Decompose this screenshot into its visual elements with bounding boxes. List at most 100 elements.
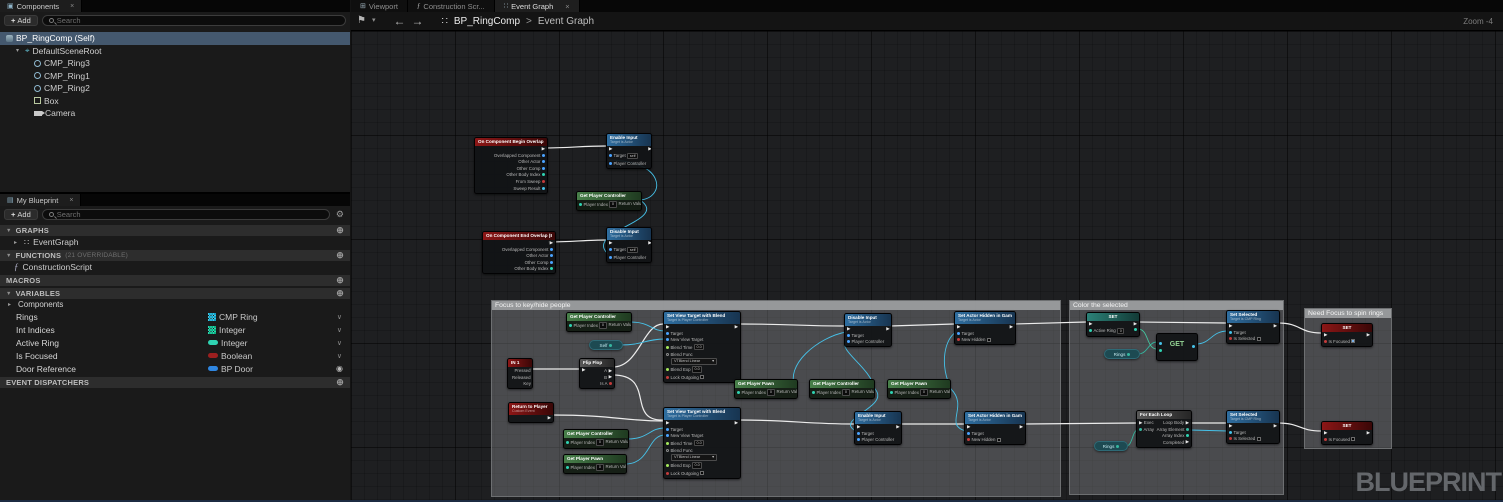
add-graph-icon[interactable]: ⊕: [336, 225, 344, 236]
data-pin[interactable]: [550, 267, 553, 271]
tree-item-cmp-ring3[interactable]: CMP_Ring3: [0, 57, 350, 70]
add-blueprint-item-button[interactable]: + Add: [4, 209, 38, 220]
pure-get-player-pawn-a[interactable]: Get Player PawnPlayer Index0Return Value: [734, 379, 798, 399]
exec-pin[interactable]: ▶: [735, 324, 738, 329]
data-pin[interactable]: [1127, 352, 1131, 356]
pin-value[interactable]: 0: [609, 201, 617, 208]
exec-pin[interactable]: ▶: [1274, 423, 1277, 428]
exec-pin[interactable]: ▶: [1010, 324, 1013, 329]
call-disable-input-2[interactable]: Disable Input Target is Actor ▶ Target Playe…: [844, 313, 892, 348]
data-pin[interactable]: [1186, 434, 1189, 438]
exec-pin[interactable]: ▶: [1139, 420, 1142, 425]
data-pin[interactable]: [666, 345, 669, 349]
checkbox[interactable]: [1256, 336, 1261, 341]
setter-is-focused-true[interactable]: SET ▶ Is Focused ▶: [1321, 323, 1373, 347]
data-pin[interactable]: [609, 382, 612, 386]
data-pin[interactable]: [609, 161, 612, 165]
data-pin[interactable]: [890, 390, 893, 394]
data-pin[interactable]: [532, 382, 533, 385]
blend-func-dropdown[interactable]: VTBlend Linear ▾: [671, 357, 717, 365]
data-pin[interactable]: [566, 465, 569, 469]
data-pin[interactable]: [857, 438, 860, 442]
data-pin[interactable]: [542, 186, 545, 190]
chevron-down-icon[interactable]: ∨: [337, 339, 342, 347]
exec-pin[interactable]: ▶: [735, 420, 738, 425]
data-pin[interactable]: [1229, 337, 1232, 341]
getter-rings-1[interactable]: Rings: [1104, 349, 1140, 359]
data-pin[interactable]: [550, 247, 553, 251]
variable-row-rings[interactable]: Rings CMP Ring ∨: [0, 310, 350, 323]
exec-pin[interactable]: ▶: [1324, 430, 1327, 435]
exec-pin[interactable]: ▶: [648, 240, 651, 245]
exec-pin[interactable]: ▶: [1274, 323, 1277, 328]
pin-value[interactable]: 0: [767, 389, 775, 396]
data-pin[interactable]: [1229, 330, 1232, 334]
pin-value[interactable]: 0: [842, 389, 850, 396]
event-on-component-begin-overlap[interactable]: On Component Begin Overlap (Box)▶Overlap…: [474, 137, 548, 194]
data-pin[interactable]: [666, 464, 669, 468]
data-pin[interactable]: [542, 173, 545, 177]
pure-get-player-controller-a[interactable]: Get Player Controller Player Index 0 Return…: [809, 379, 875, 399]
pure-get-player-controller-3[interactable]: Get Player Controller Player Index 0 Return…: [563, 429, 629, 449]
checkbox[interactable]: [1351, 437, 1356, 442]
data-pin[interactable]: [666, 375, 669, 379]
macro-for-each-loop[interactable]: For Each Loop ▶ Exec Array ▶ Loop Body Array E…: [1136, 410, 1192, 448]
data-pin[interactable]: [566, 440, 569, 444]
variable-row-door-reference[interactable]: Door Reference BP Door ◉: [0, 362, 350, 375]
data-pin[interactable]: [1159, 349, 1162, 352]
exec-pin[interactable]: ▶: [886, 326, 889, 331]
exec-pin[interactable]: ▶: [532, 369, 533, 373]
data-pin[interactable]: [1186, 427, 1189, 431]
checkbox[interactable]: [986, 337, 991, 342]
data-pin[interactable]: [550, 254, 553, 258]
data-pin[interactable]: [1159, 342, 1162, 345]
exec-pin[interactable]: ▶: [857, 424, 860, 429]
section-graphs[interactable]: ▼ GRAPHS ⊕: [0, 225, 350, 236]
section-variables[interactable]: ▼ VARIABLES ⊕: [0, 288, 350, 299]
data-pin[interactable]: [1324, 437, 1327, 441]
data-pin[interactable]: [957, 338, 960, 342]
checkbox[interactable]: [1256, 436, 1261, 441]
tab-my-blueprint[interactable]: ▤ My Blueprint ×: [0, 194, 82, 206]
call-set-actor-hidden-2[interactable]: Set Actor Hidden in Game Target is Actor ▶…: [964, 411, 1026, 446]
section-event-dispatchers[interactable]: EVENT DISPATCHERS ⊕: [0, 377, 350, 388]
variable-row-int-indices[interactable]: Int Indices Integer ∨: [0, 323, 350, 336]
data-pin[interactable]: [1229, 430, 1232, 434]
pure-get-player-controller-1[interactable]: Get Player Controller Player Index 0 Return…: [576, 191, 642, 211]
exec-pin[interactable]: ▶: [609, 240, 612, 245]
exec-pin[interactable]: ▶: [550, 240, 553, 245]
exec-pin[interactable]: ▶: [648, 146, 651, 151]
section-functions[interactable]: ▼ FUNCTIONS (21 OVERRIDABLE) ⊕: [0, 250, 350, 261]
pin-value[interactable]: 0: [596, 464, 604, 471]
event-input-key[interactable]: IN 1▶Pressed▶ReleasedKey: [507, 358, 533, 390]
call-enable-input-1[interactable]: Enable Input Target is Actor ▶ Target self Pl…: [606, 133, 652, 169]
call-set-view-target-with-blend-2[interactable]: Set View Target with Blend Target is Play…: [663, 407, 741, 479]
exec-pin[interactable]: ▶: [532, 375, 533, 379]
breadcrumb-current[interactable]: Event Graph: [538, 16, 594, 27]
event-return-to-player[interactable]: Return to Player Custom Event ▶: [508, 402, 554, 423]
expander-icon[interactable]: ▾: [16, 47, 22, 54]
getter-self[interactable]: Self: [589, 340, 623, 350]
add-variable-icon[interactable]: ⊕: [336, 288, 344, 299]
eye-icon[interactable]: ◉: [336, 364, 343, 373]
pin-dot[interactable]: [666, 448, 669, 452]
data-pin[interactable]: [579, 202, 582, 206]
expander-icon[interactable]: ▸: [8, 301, 14, 308]
components-search[interactable]: [41, 15, 346, 26]
exec-pin[interactable]: ▶: [1186, 420, 1189, 425]
variables-group-components[interactable]: ▸ Components: [0, 299, 350, 310]
tree-item-bp-ringcomp[interactable]: BP_RingComp (Self): [0, 32, 350, 45]
add-component-button[interactable]: + Add: [4, 15, 38, 26]
data-pin[interactable]: [1116, 444, 1120, 448]
data-pin[interactable]: [1089, 329, 1092, 333]
exec-pin[interactable]: ▶: [1229, 423, 1232, 428]
tab-components[interactable]: ▣ Components ×: [0, 0, 83, 12]
exec-pin[interactable]: ▶: [1367, 430, 1370, 435]
tree-item-camera[interactable]: Camera: [0, 107, 350, 120]
data-pin[interactable]: [609, 343, 613, 347]
exec-pin[interactable]: ▶: [1186, 440, 1189, 444]
data-pin[interactable]: [542, 166, 545, 170]
exec-pin[interactable]: ▶: [1229, 323, 1232, 328]
data-pin[interactable]: [847, 340, 850, 344]
data-pin[interactable]: [1139, 427, 1142, 431]
